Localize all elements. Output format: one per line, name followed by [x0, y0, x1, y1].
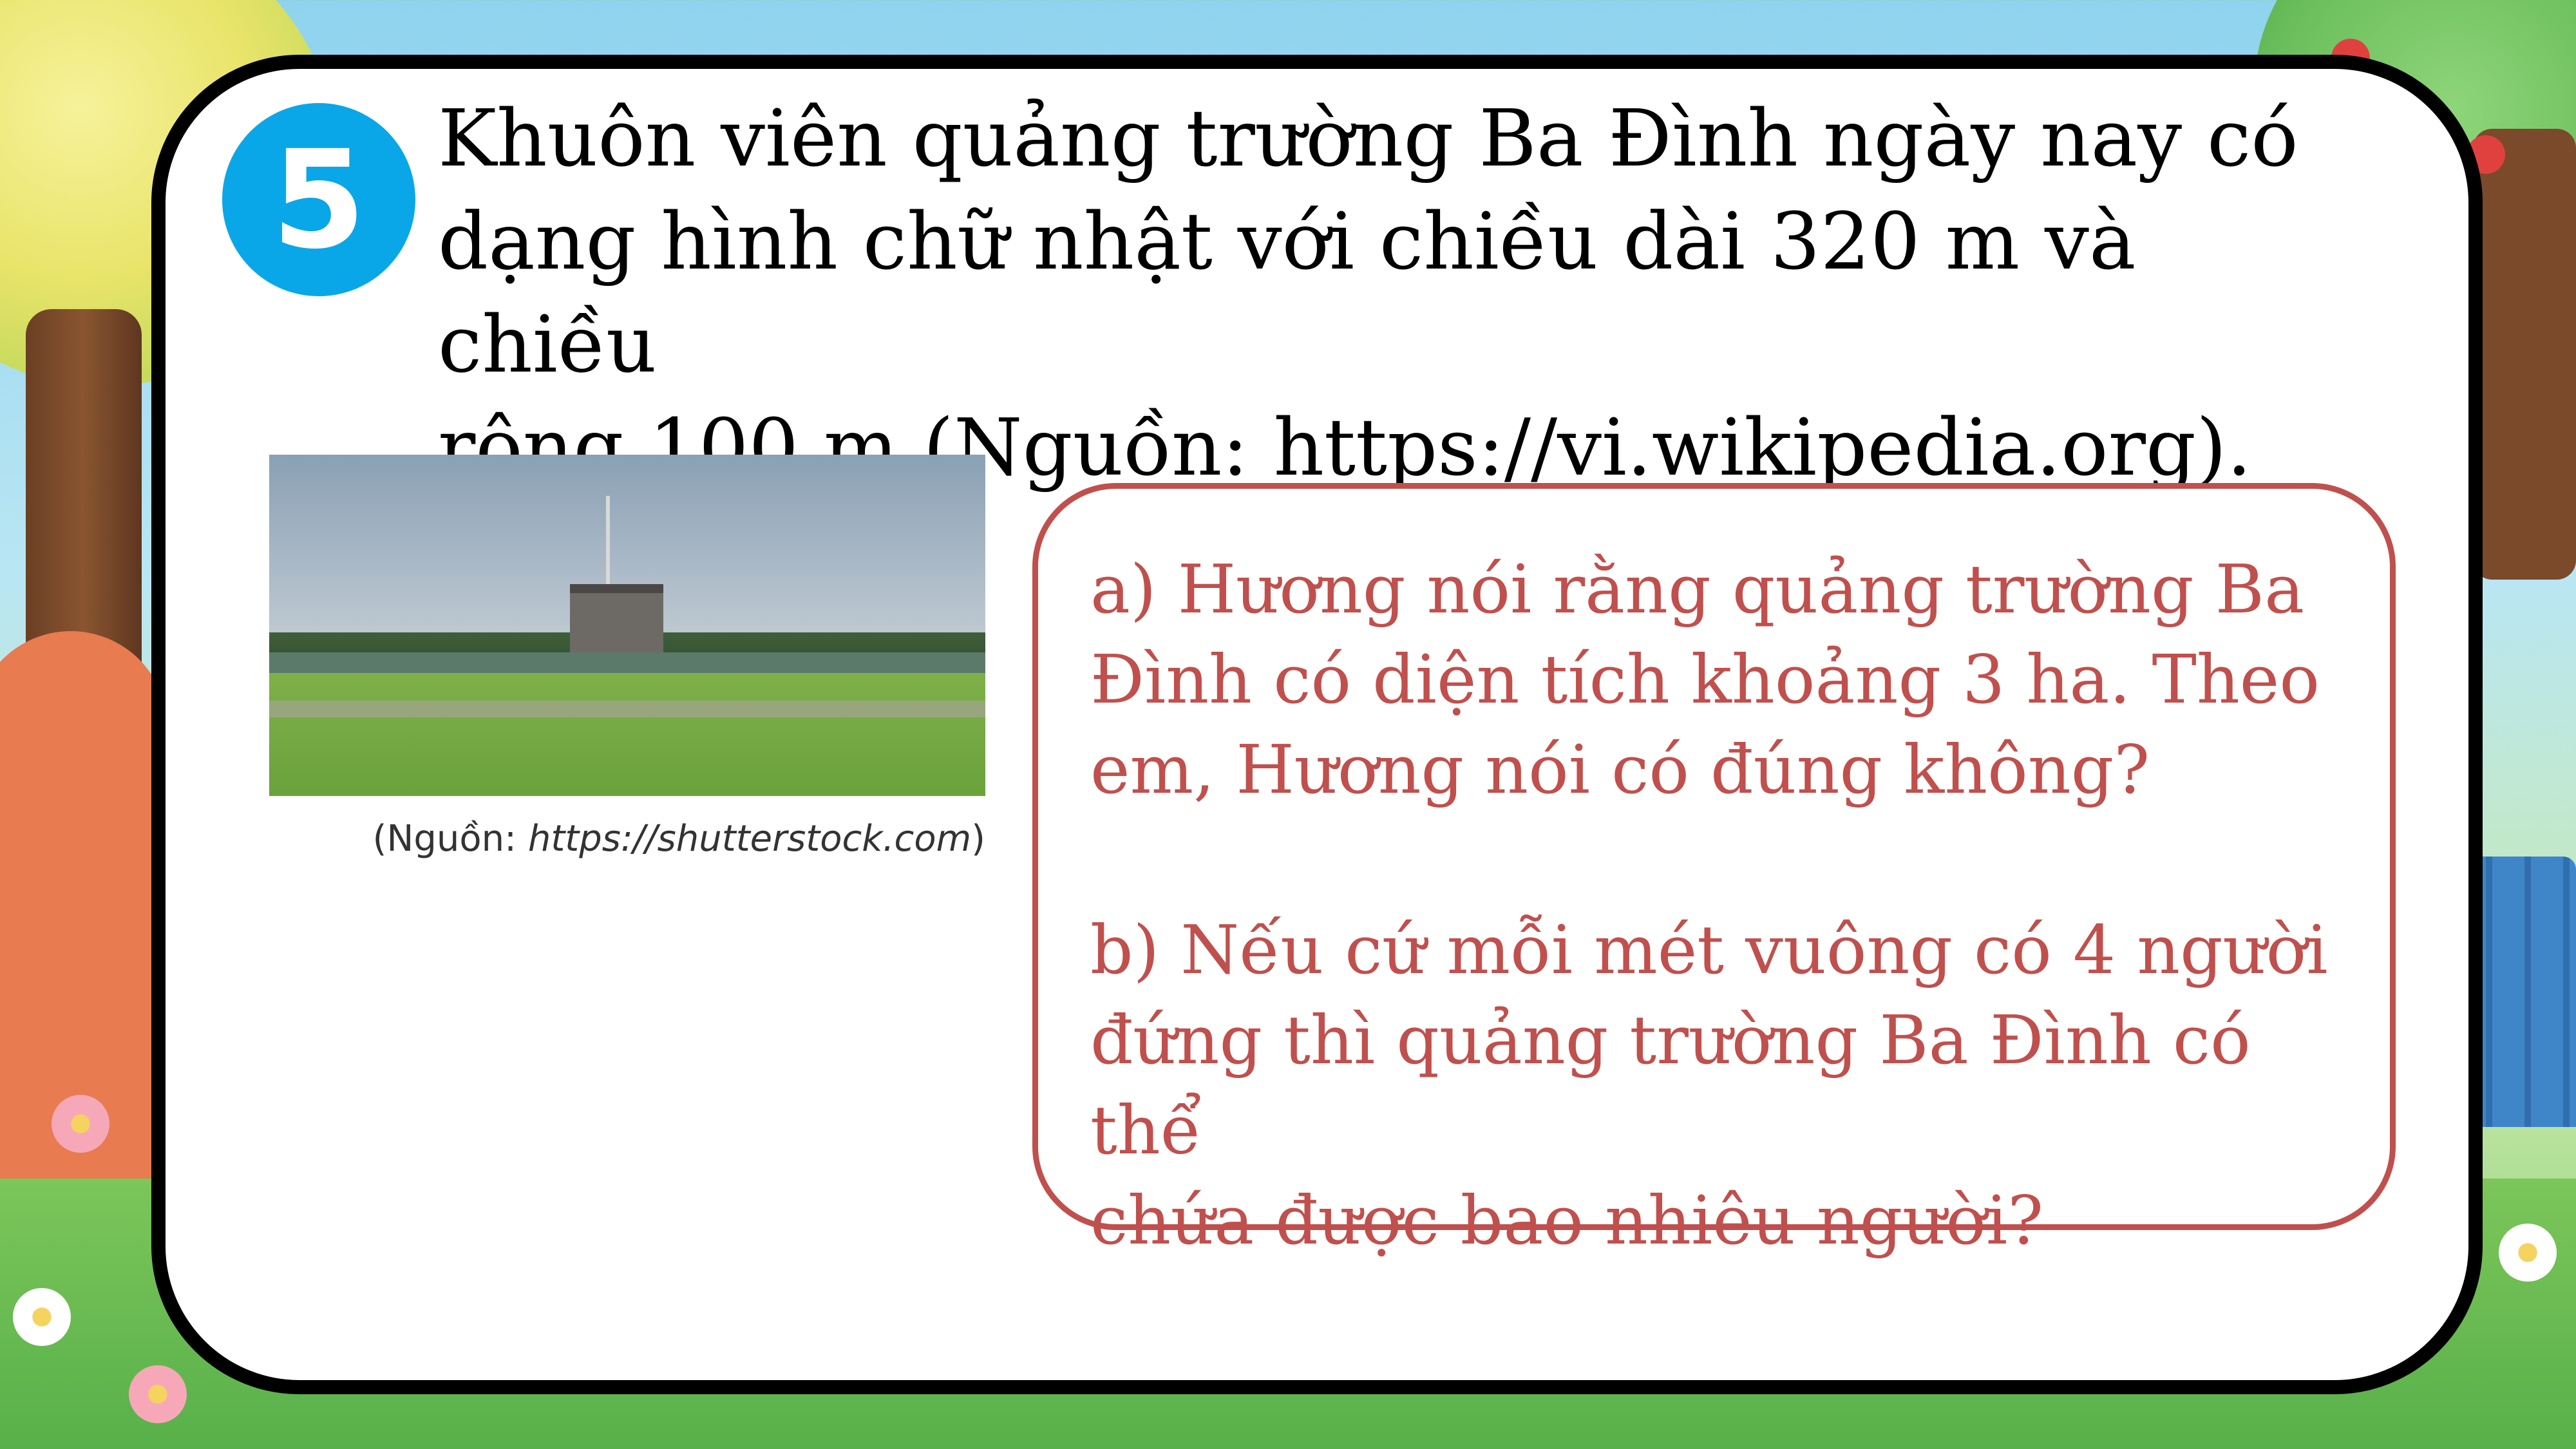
flower-decoration — [13, 1288, 71, 1346]
caption-link: https://shutterstock.com — [527, 818, 972, 860]
image-caption: (Nguồn: https://shutterstock.com) — [270, 818, 985, 860]
question-line: dạng hình chữ nhật với chiều dài 320 m v… — [438, 196, 2136, 390]
part-b-line: đứng thì quảng trường Ba Đình có thể — [1090, 1001, 2251, 1170]
flower-decoration — [129, 1365, 187, 1423]
answer-text: a) Hương nói rằng quảng trường Ba Đình c… — [1090, 544, 2372, 1265]
part-b-line: chứa được bao nhiêu người? — [1090, 1181, 2043, 1260]
part-b-line: b) Nếu cứ mỗi mét vuông có 4 người — [1090, 911, 2328, 989]
question-number: 5 — [271, 120, 366, 279]
question-number-badge: 5 — [222, 103, 415, 296]
caption-prefix: (Nguồn: — [372, 818, 528, 860]
caption-suffix: ) — [971, 818, 985, 860]
question-text: Khuôn viên quảng trường Ba Đình ngày nay… — [438, 87, 2306, 499]
flower-decoration — [52, 1095, 109, 1153]
photo-path — [269, 700, 985, 718]
photo-lawn — [269, 673, 985, 796]
background-trunk-right — [2473, 129, 2576, 580]
part-a-line: Đình có diện tích khoảng 3 ha. Theo — [1090, 640, 2320, 719]
question-line: Khuôn viên quảng trường Ba Đình ngày nay… — [438, 93, 2298, 184]
flower-decoration — [2499, 1224, 2557, 1282]
ba-dinh-square-photo — [269, 455, 985, 796]
part-a-line: em, Hương nói có đúng không? — [1090, 730, 2150, 809]
part-a-line: a) Hương nói rằng quảng trường Ba — [1090, 550, 2305, 629]
photo-wall — [269, 652, 985, 674]
